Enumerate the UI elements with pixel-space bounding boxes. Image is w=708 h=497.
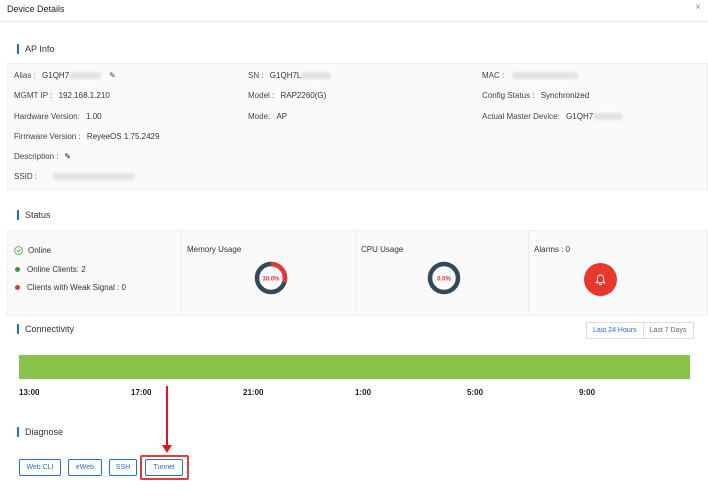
cpu-usage-title: CPU Usage [361,245,404,254]
alias-field: Alias : G1QH7 ✎ [14,71,117,80]
alias-redacted [69,72,102,80]
annotation-arrow-head [162,445,172,453]
config-status-field: Config Status : Synchronized [482,91,590,100]
actual-master-field: Actual Master Device: G1QH7 [482,112,624,121]
connectivity-title: Connectivity [25,324,75,334]
mgmt-ip-value: 192.168.1.210 [58,91,110,100]
ap-info-panel: Alias : G1QH7 ✎ SN : G1QH7L MAC : MGMT I… [7,63,708,190]
sn-field: SN : G1QH7L [248,71,332,80]
pencil-icon[interactable]: ✎ [107,71,117,80]
weak-dot [15,285,20,290]
check-circle-icon [14,246,23,255]
timeline-tick: 17:00 [131,388,152,397]
ap-info-title: AP Info [25,44,55,54]
weak-signal-label: Clients with Weak Signal : 0 [27,283,127,292]
timeline-tick: 5:00 [467,388,484,397]
cpu-gauge-label: 0.0% [437,276,451,282]
weak-signal-clients: Clients with Weak Signal : 0 [15,283,126,292]
online-status: Online [14,246,51,255]
ssid-field: SSID : [14,172,136,181]
mac-field: MAC : [482,71,579,80]
bell-icon[interactable] [584,263,617,296]
firmware-field: Firmware Version : ReyeeOS 1.75.2429 [14,132,160,141]
alarms-title: Alarms : 0 [534,245,571,254]
connectivity-heading: Connectivity [17,324,74,334]
tab-last-7-days[interactable]: Last 7 Days [644,323,693,338]
divider [181,231,182,315]
section-bar [17,427,19,437]
status-title: Status [25,210,51,220]
tab-last-24-hours[interactable]: Last 24 Hours [587,323,644,338]
memory-gauge: 30.0% [254,261,288,295]
dialog-title: Device Details [7,4,65,14]
ssid-redacted [53,173,136,181]
sn-value: G1QH7L [269,71,302,80]
alias-value: G1QH7 [42,71,70,80]
timeline-tick: 13:00 [19,388,40,397]
mac-redacted [512,72,579,80]
model-value: RAP2260(G) [280,91,327,100]
actual-master-value: G1QH7 [566,112,594,121]
description-field: Description : ✎ [14,152,73,161]
ssh-button[interactable]: SSH [109,459,137,476]
hardware-version-field: Hardware Version: 1.00 [14,112,102,121]
timeline-tick: 1:00 [355,388,372,397]
online-label: Online [28,246,52,255]
master-redacted [593,113,624,121]
timeline-tick: 21:00 [243,388,264,397]
diagnose-title: Diagnose [25,427,64,437]
firmware-value: ReyeeOS 1.75.2429 [86,132,160,141]
section-bar [17,324,19,334]
eweb-button[interactable]: eWeb [68,459,102,476]
pencil-icon[interactable]: ✎ [63,152,73,161]
model-field: Model : RAP2260(G) [248,91,327,100]
ap-info-heading: AP Info [17,44,54,54]
memory-usage-title: Memory Usage [187,245,242,254]
timeline-tick: 9:00 [579,388,596,397]
online-clients-label: Online Clients: 2 [27,265,86,274]
divider [355,231,356,315]
divider [528,231,529,315]
mode-field: Mode: AP [248,112,288,121]
hardware-version-value: 1.00 [86,112,102,121]
sn-redacted [301,72,332,80]
memory-gauge-label: 30.0% [262,276,280,282]
connectivity-timeline [19,355,690,379]
diagnose-heading: Diagnose [17,427,63,437]
web-cli-button[interactable]: Web CLI [19,459,61,476]
config-status-value: Synchronized [540,91,590,100]
section-bar [17,44,19,54]
online-dot [15,267,20,272]
status-heading: Status [17,210,51,220]
section-bar [17,210,19,220]
online-clients: Online Clients: 2 [15,265,86,274]
mgmt-ip-field: MGMT IP : 192.168.1.210 [14,91,110,100]
bell-glyph [595,273,606,285]
tunnel-button[interactable]: Tunnel [145,459,183,476]
cpu-gauge: 0.0% [427,261,461,295]
close-icon[interactable]: × [695,2,701,13]
status-panel: Online Online Clients: 2 Clients with We… [7,230,708,316]
dialog-header: Device Details × [0,0,708,22]
annotation-arrow [166,386,168,450]
mode-value: AP [276,112,288,121]
range-tabs: Last 24 Hours Last 7 Days [586,322,694,339]
